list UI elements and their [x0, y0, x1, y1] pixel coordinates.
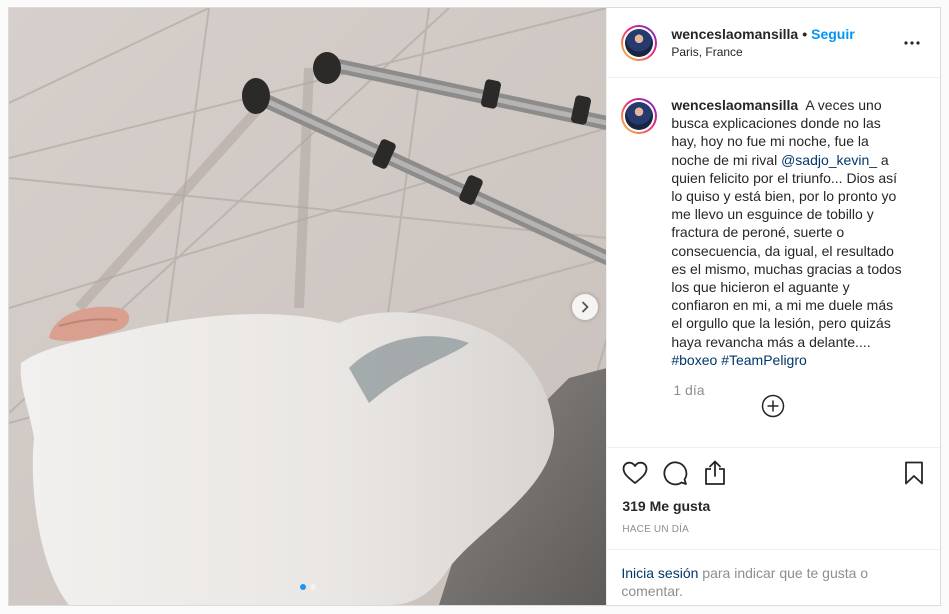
- profile-picture: [625, 28, 654, 57]
- profile-picture: [625, 102, 654, 130]
- hashtag-link[interactable]: #boxeo: [671, 352, 717, 368]
- post-header: wenceslaomansilla • Seguir Paris, France: [607, 8, 940, 78]
- post-media: [9, 8, 607, 605]
- carousel-indicator: [9, 584, 606, 590]
- login-prompt: Inicia sesión para indicar que te gusta …: [607, 549, 940, 605]
- caption: wenceslaomansilla A veces uno busca expl…: [621, 96, 924, 369]
- share-button[interactable]: [701, 459, 729, 487]
- chevron-right-icon: [582, 301, 589, 313]
- login-link[interactable]: Inicia sesión: [621, 565, 698, 581]
- separator: •: [802, 26, 808, 42]
- comment-icon: [663, 460, 688, 485]
- hashtag-link[interactable]: #TeamPeligro: [721, 352, 807, 368]
- post-photo: [9, 8, 607, 605]
- instagram-post: wenceslaomansilla • Seguir Paris, France w…: [8, 7, 941, 606]
- like-button[interactable]: [621, 459, 649, 487]
- caption-body-continued: a quien felicito por el triunfo... Dios …: [671, 151, 902, 350]
- location-link[interactable]: Paris, France: [671, 44, 854, 60]
- more-options-icon: [904, 41, 920, 45]
- caption-username-link[interactable]: wenceslaomansilla: [671, 97, 798, 113]
- post-side-panel: wenceslaomansilla • Seguir Paris, France w…: [606, 8, 940, 605]
- avatar[interactable]: [621, 24, 658, 61]
- header-text: wenceslaomansilla • Seguir Paris, France: [671, 25, 854, 60]
- caption-text: wenceslaomansilla A veces uno busca expl…: [671, 96, 907, 369]
- load-more-comments-button[interactable]: [761, 394, 785, 418]
- post-timestamp[interactable]: Hace un día: [607, 515, 940, 535]
- save-button[interactable]: [900, 459, 928, 487]
- plus-circle-icon: [762, 394, 785, 418]
- carousel-dot: [309, 584, 316, 590]
- username-link[interactable]: wenceslaomansilla: [671, 26, 798, 42]
- carousel-next-button[interactable]: [572, 294, 598, 320]
- comment-button[interactable]: [661, 459, 689, 487]
- comments-area: wenceslaomansilla A veces uno busca expl…: [607, 78, 940, 447]
- caption-time[interactable]: 1 día: [673, 382, 924, 398]
- action-bar: [607, 447, 940, 497]
- mention-link[interactable]: @sadjo_kevin_: [781, 152, 877, 168]
- share-icon: [705, 460, 726, 485]
- follow-button[interactable]: Seguir: [811, 26, 855, 42]
- heart-icon: [622, 461, 648, 484]
- avatar[interactable]: [621, 98, 658, 134]
- likes-count[interactable]: 319 Me gusta: [607, 497, 940, 515]
- carousel-dot-active: [299, 584, 306, 590]
- more-options-button[interactable]: [900, 34, 924, 52]
- bookmark-icon: [905, 461, 923, 484]
